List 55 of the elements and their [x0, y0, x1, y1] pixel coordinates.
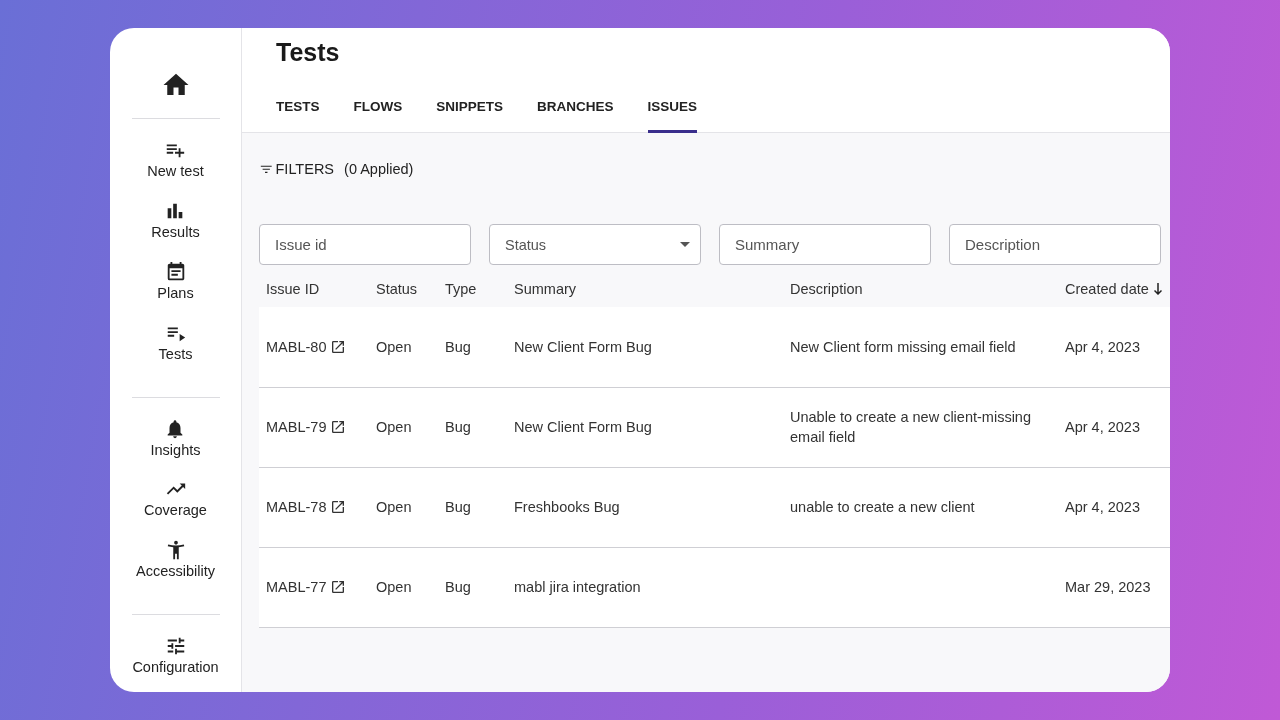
- external-link-icon: [330, 419, 347, 435]
- table-cell: Bug: [438, 307, 507, 387]
- filter-field[interactable]: Issue id: [259, 224, 471, 265]
- caret-icon: [680, 242, 690, 247]
- external-link-icon: [330, 579, 347, 595]
- table-cell: Apr 4, 2023: [1058, 307, 1170, 387]
- table-cell: Open: [369, 307, 438, 387]
- table-cell: unable to create a new client: [783, 467, 1058, 547]
- nav-item[interactable]: Coverage: [144, 474, 207, 536]
- table-cell: Mar 29, 2023: [1058, 547, 1170, 627]
- table-cell: Bug: [438, 387, 507, 467]
- table-cell: Apr 4, 2023: [1058, 467, 1170, 547]
- nav-item[interactable]: Configuration: [132, 631, 219, 692]
- column-header: Type: [438, 275, 507, 307]
- issue-link[interactable]: MABL-77: [266, 577, 347, 597]
- tab[interactable]: BRANCHES: [537, 91, 614, 133]
- table-cell: Freshbooks Bug: [507, 467, 783, 547]
- status-select[interactable]: Status: [489, 224, 701, 265]
- nav-item[interactable]: Plans: [157, 256, 194, 318]
- table-cell: New Client Form Bug: [507, 307, 783, 387]
- nav-item[interactable]: New test: [147, 135, 204, 196]
- table-cell: Bug: [438, 547, 507, 627]
- nav-item[interactable]: Accessibility: [136, 535, 215, 597]
- table-cell: Apr 4, 2023: [1058, 387, 1170, 467]
- column-header: Status: [369, 275, 438, 307]
- nav-item[interactable]: Tests: [158, 317, 193, 379]
- table-cell: New Client form missing email field: [783, 307, 1058, 387]
- filter-field[interactable]: Description: [949, 224, 1161, 265]
- external-link-icon: [330, 499, 347, 515]
- table-cell: Unable to create a new client-missing email field: [783, 387, 1058, 467]
- issue-link[interactable]: MABL-78: [266, 497, 347, 517]
- filters-button[interactable]: FILTERS (0 Applied): [259, 161, 414, 177]
- tab[interactable]: SNIPPETS: [436, 91, 504, 133]
- page-title: Tests: [276, 38, 341, 67]
- table-cell: Open: [369, 467, 438, 547]
- column-header: Summary: [507, 275, 783, 307]
- column-header: Issue ID: [259, 275, 369, 307]
- issue-link[interactable]: MABL-79: [266, 417, 347, 437]
- filters-count: (0 Applied): [344, 161, 414, 177]
- column-header: Description: [783, 275, 1058, 307]
- column-header[interactable]: Created date: [1058, 275, 1170, 307]
- select-placeholder: Status: [505, 236, 547, 253]
- table-cell: Open: [369, 547, 438, 627]
- table-cell: Bug: [438, 467, 507, 547]
- tab[interactable]: FLOWS: [353, 91, 403, 133]
- nav-item[interactable]: Results: [151, 195, 200, 257]
- table-cell: mabl jira integration: [507, 547, 783, 627]
- tab[interactable]: TESTS: [276, 91, 320, 133]
- sort-down-icon: [1153, 283, 1162, 295]
- nav-item[interactable]: Insights: [150, 413, 201, 475]
- table-cell: Open: [369, 387, 438, 467]
- filter-field[interactable]: Summary: [719, 224, 931, 265]
- issue-link[interactable]: MABL-80: [266, 336, 347, 357]
- table-cell: New Client Form Bug: [507, 387, 783, 467]
- external-link-icon: [330, 338, 347, 355]
